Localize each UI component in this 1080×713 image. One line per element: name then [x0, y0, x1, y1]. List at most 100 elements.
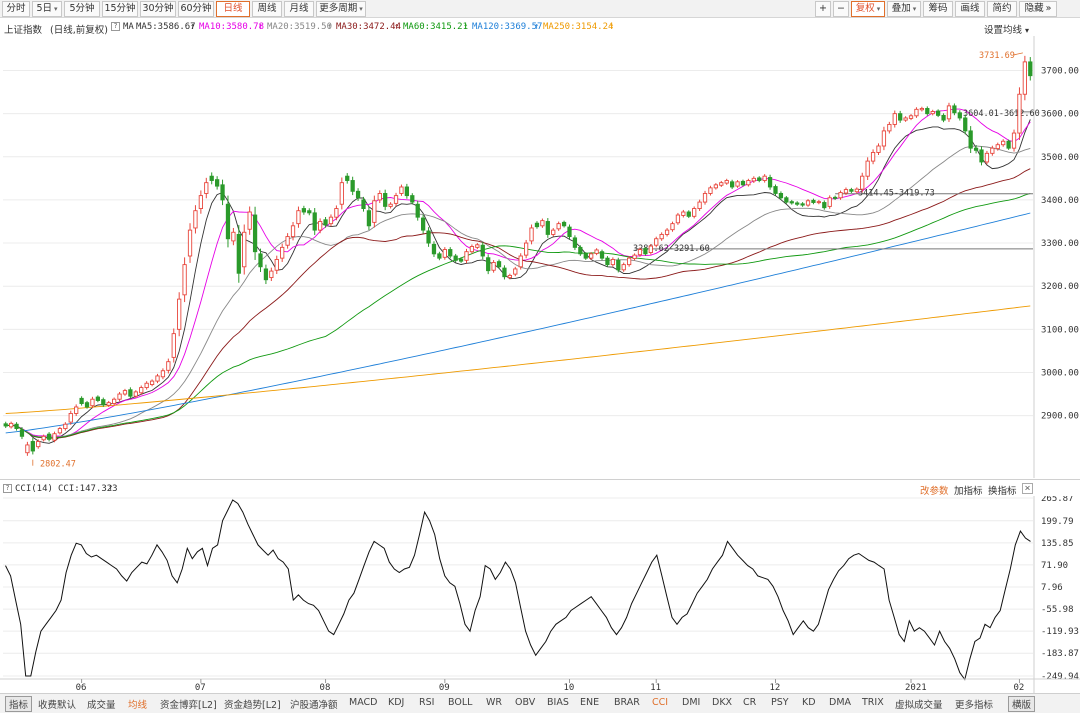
- toolbar-button-1[interactable]: −: [833, 1, 849, 17]
- candle: [692, 206, 697, 219]
- indicator-tab-21[interactable]: KD: [802, 697, 816, 708]
- candle-body: [870, 152, 876, 162]
- indicator-tab-20[interactable]: PSY: [771, 697, 789, 708]
- candle-body: [355, 190, 361, 199]
- candle: [816, 199, 821, 205]
- candle-body: [25, 444, 30, 454]
- candle: [1011, 129, 1017, 152]
- candle: [908, 114, 914, 121]
- candle: [79, 396, 84, 406]
- period-tab-1[interactable]: 5日 ▾: [32, 1, 62, 17]
- candle-body: [502, 267, 507, 278]
- indicator-tab-5[interactable]: 资金趋势[L2]: [224, 697, 281, 711]
- candle: [187, 223, 193, 263]
- period-tab-3[interactable]: 15分钟: [102, 1, 138, 17]
- period-tab-9[interactable]: 更多周期 ▾: [316, 1, 366, 17]
- indicator-tab-24[interactable]: 虚拟成交量: [895, 697, 943, 711]
- candle-body: [762, 175, 767, 181]
- indicator-tab-11[interactable]: WR: [486, 697, 502, 708]
- candle: [914, 107, 919, 118]
- indicator-tab-18[interactable]: DKX: [712, 697, 732, 708]
- period-tab-5[interactable]: 60分钟: [178, 1, 214, 17]
- toolbar-button-2[interactable]: 复权 ▾: [851, 1, 885, 17]
- indicator-tab-6[interactable]: 沪股通净额: [290, 697, 338, 711]
- candle: [827, 195, 832, 209]
- close-icon[interactable]: ×: [1022, 483, 1033, 494]
- y-tick-label: 3700.00: [1041, 67, 1079, 77]
- indicator-tab-25[interactable]: 更多指标: [955, 697, 993, 711]
- candle-body: [908, 115, 914, 119]
- toolbar-button-7[interactable]: 隐藏»: [1019, 1, 1057, 17]
- candle-body: [448, 249, 453, 257]
- indicator-tab-1[interactable]: 收费默认: [38, 697, 76, 711]
- cci-link-2[interactable]: 换指标: [988, 483, 1017, 497]
- candle-body: [654, 238, 659, 246]
- candle: [578, 245, 583, 256]
- candle-body: [561, 221, 567, 227]
- candle: [36, 439, 41, 449]
- candle-body: [225, 203, 231, 240]
- indicator-tab-23[interactable]: TRIX: [862, 697, 884, 708]
- candle-body: [63, 423, 68, 429]
- y-tick-label: 3400.00: [1041, 196, 1079, 206]
- indicator-tab-10[interactable]: BOLL: [448, 697, 472, 708]
- indicator-tab-8[interactable]: KDJ: [388, 697, 404, 708]
- candle-body: [361, 199, 366, 209]
- period-tab-8[interactable]: 月线: [284, 1, 314, 17]
- period-tab-4[interactable]: 30分钟: [140, 1, 176, 17]
- candle-body: [702, 193, 708, 203]
- candle: [442, 247, 447, 260]
- period-tab-7[interactable]: 周线: [252, 1, 282, 17]
- ma-settings-button[interactable]: 设置均线 ▾: [984, 22, 1029, 36]
- y-tick-label: 3100.00: [1041, 325, 1079, 335]
- candle: [605, 256, 610, 267]
- candle: [345, 173, 350, 184]
- indicator-tab-9[interactable]: RSI: [419, 697, 434, 708]
- ma-help-icon[interactable]: ?: [111, 22, 120, 32]
- indicator-tab-13[interactable]: BIAS: [547, 697, 569, 708]
- toolbar-button-4[interactable]: 筹码: [923, 1, 953, 17]
- candle-body: [149, 380, 155, 385]
- toolbar-button-5[interactable]: 画线: [955, 1, 985, 17]
- cci-title: CCI(14): [15, 484, 53, 494]
- candle-body: [876, 145, 881, 153]
- cci-help-icon[interactable]: ?: [3, 484, 12, 494]
- candlestick-chart[interactable]: 2900.00 3000.00 3100.00 3200.00 3300.00 3400.…: [0, 36, 1080, 478]
- toolbar-button-6[interactable]: 简约: [987, 1, 1017, 17]
- candle-body: [627, 257, 632, 266]
- candle-body: [128, 389, 133, 397]
- indicator-tab-14[interactable]: ENE: [580, 697, 599, 708]
- indicator-tab-22[interactable]: DMA: [829, 697, 851, 708]
- up-arrow-icon: ↑: [190, 22, 196, 32]
- indicator-tab-3[interactable]: 均线: [128, 697, 147, 711]
- candle-body: [36, 441, 41, 448]
- index-title: 上证指数: [4, 25, 43, 36]
- candle-body: [198, 195, 203, 209]
- indicator-tab-7[interactable]: MACD: [349, 697, 377, 708]
- candle-body: [1022, 61, 1027, 95]
- indicator-tab-19[interactable]: CR: [743, 697, 756, 708]
- period-tab-6[interactable]: 日线: [216, 1, 250, 17]
- indicator-tab-26[interactable]: 横版: [1008, 696, 1036, 712]
- candle-body: [713, 184, 718, 189]
- period-tab-2[interactable]: 5分钟: [64, 1, 100, 17]
- indicator-tab-0[interactable]: 指标: [5, 696, 33, 712]
- candle-body: [816, 201, 821, 204]
- indicator-tab-12[interactable]: OBV: [515, 697, 535, 708]
- period-tab-0[interactable]: 分时: [2, 1, 30, 17]
- cci-link-1[interactable]: 加指标: [954, 483, 983, 497]
- indicator-tab-15[interactable]: BRAR: [614, 697, 640, 708]
- toolbar-button-3[interactable]: 叠加 ▾: [887, 1, 921, 17]
- candle-body: [719, 182, 724, 186]
- toolbar-button-0[interactable]: +: [815, 1, 831, 17]
- candle-body: [3, 423, 8, 427]
- indicator-tab-17[interactable]: DMI: [682, 697, 700, 708]
- indicator-tab-2[interactable]: 成交量: [87, 697, 116, 711]
- candle-body: [426, 230, 431, 244]
- cci-link-0[interactable]: 改参数: [920, 483, 949, 497]
- cci-indicator-chart[interactable]: 265.87 199.79 135.85 71.90 7.96 -55.98 -119.93…: [0, 496, 1080, 693]
- candle: [551, 228, 556, 237]
- candle-body: [556, 223, 561, 230]
- indicator-tab-4[interactable]: 资金博弈[L2]: [160, 697, 217, 711]
- indicator-tab-16[interactable]: CCI: [652, 697, 668, 708]
